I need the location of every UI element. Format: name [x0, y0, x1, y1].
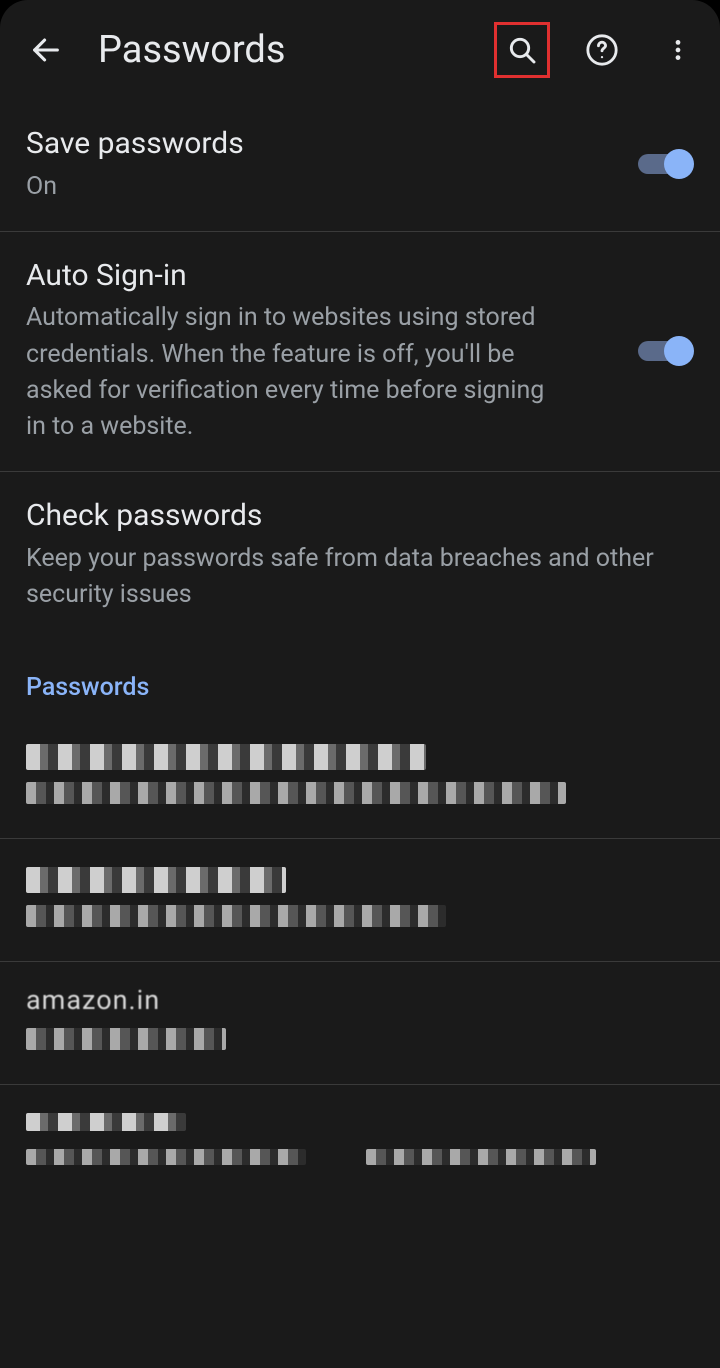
search-button[interactable]: [502, 30, 542, 70]
password-user-redacted: [26, 905, 446, 927]
save-passwords-status: On: [26, 169, 618, 205]
password-site: amazon.in: [26, 984, 694, 1016]
password-user-redacted: [26, 1149, 306, 1165]
page-title: Passwords: [98, 28, 466, 72]
app-header: Passwords: [0, 0, 720, 100]
password-site-redacted: [26, 867, 286, 893]
more-options-button[interactable]: [654, 26, 702, 74]
password-user-redacted: [366, 1149, 596, 1165]
passwords-section-label: Passwords: [0, 639, 720, 716]
check-passwords-description: Keep your passwords safe from data breac…: [26, 541, 694, 614]
save-passwords-title: Save passwords: [26, 124, 618, 165]
password-user-redacted: [26, 1028, 226, 1050]
auto-signin-title: Auto Sign-in: [26, 256, 618, 297]
help-button[interactable]: [578, 26, 626, 74]
save-passwords-toggle[interactable]: [638, 149, 694, 179]
auto-signin-description: Automatically sign in to websites using …: [26, 300, 566, 445]
check-passwords-title: Check passwords: [26, 496, 694, 537]
password-entry[interactable]: amazon.in: [0, 962, 720, 1085]
search-button-highlight: [494, 22, 550, 78]
password-entry[interactable]: [0, 1085, 720, 1199]
password-site-redacted: [26, 1113, 186, 1131]
password-entry[interactable]: [0, 839, 720, 962]
back-button[interactable]: [22, 26, 70, 74]
password-site-redacted: [26, 744, 426, 770]
save-passwords-row[interactable]: Save passwords On: [0, 100, 720, 232]
password-user-redacted: [26, 782, 566, 804]
password-entry[interactable]: [0, 716, 720, 839]
check-passwords-row[interactable]: Check passwords Keep your passwords safe…: [0, 472, 720, 639]
auto-signin-toggle[interactable]: [638, 336, 694, 366]
auto-signin-row[interactable]: Auto Sign-in Automatically sign in to we…: [0, 232, 720, 473]
